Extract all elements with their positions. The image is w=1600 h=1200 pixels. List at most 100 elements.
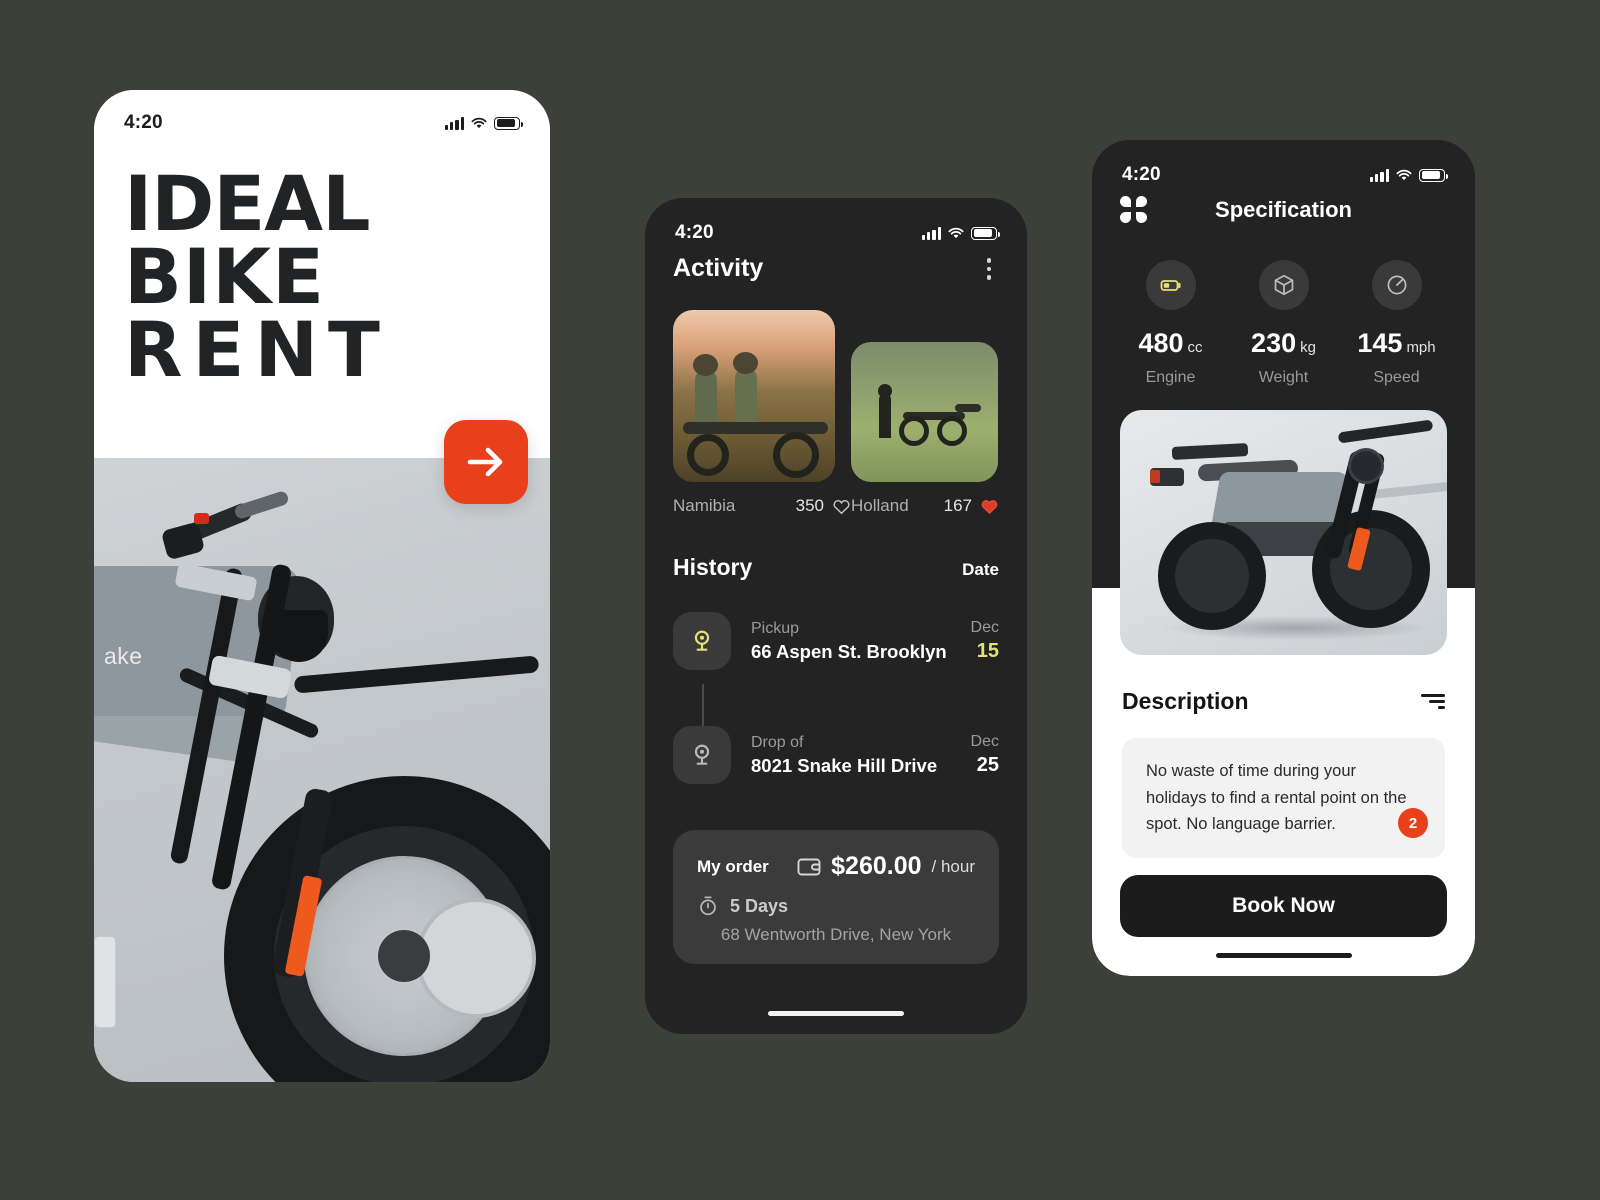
logo-line-3: RENT xyxy=(124,304,390,394)
status-bar: 4:20 xyxy=(1092,158,1475,192)
phone-screen-onboarding: 4:20 IDEAL BIKE RENT ake xyxy=(94,90,550,1082)
history-title: History xyxy=(673,554,753,580)
status-bar: 4:20 xyxy=(94,106,550,140)
gallery-captions: Namibia 350 Holland 167 xyxy=(673,496,999,516)
cellular-bars-icon xyxy=(921,226,941,240)
description-title: Description xyxy=(1122,688,1249,714)
battery-icon xyxy=(1419,168,1448,182)
gallery-location-name: Holland xyxy=(851,496,909,515)
activity-header: Activity xyxy=(673,254,999,284)
logo-line-2: BIKE xyxy=(124,231,326,321)
history-row-date: Dec 25 xyxy=(971,733,999,777)
spec-label: Engine xyxy=(1145,369,1196,386)
spec-item-engine[interactable]: 480 cc Engine xyxy=(1114,260,1227,387)
spec-unit: kg xyxy=(1300,339,1316,356)
bike-brand-text: ake xyxy=(104,643,143,669)
status-icons xyxy=(921,226,1000,240)
description-badge[interactable]: 2 xyxy=(1398,808,1428,839)
order-duration: 5 Days xyxy=(730,895,789,916)
cellular-bars-icon xyxy=(1369,168,1389,182)
order-price-group: $260.00 / hour xyxy=(797,852,975,881)
wifi-icon xyxy=(471,117,487,128)
speedometer-icon xyxy=(1387,275,1406,295)
phone-screen-activity: 4:20 Activity Namibia 350 Holland 167 Hi… xyxy=(645,198,1027,1034)
history-date-column-label: Date xyxy=(962,560,999,579)
history-row-address: 8021 Snake Hill Drive xyxy=(751,754,938,776)
description-header: Description xyxy=(1122,688,1445,715)
grid-apps-icon[interactable] xyxy=(1120,196,1148,224)
book-now-button[interactable]: Book Now xyxy=(1120,875,1447,937)
location-pin-icon xyxy=(694,744,710,765)
home-indicator[interactable] xyxy=(1215,953,1352,958)
home-indicator[interactable] xyxy=(768,1011,904,1016)
order-label: My order xyxy=(697,856,769,876)
location-pin-icon xyxy=(694,630,710,651)
spec-icon-wrap xyxy=(1145,260,1196,310)
order-period: / hour xyxy=(931,856,975,876)
description-body: No waste of time during your holidays to… xyxy=(1146,762,1407,834)
gallery-caption-item: Namibia 350 xyxy=(673,496,851,516)
canvas: 4:20 IDEAL BIKE RENT ake 4:20 Activity N… xyxy=(0,0,1600,1200)
gallery-like-count: 350 xyxy=(795,496,824,515)
spec-item-weight[interactable]: 230 kg Weight xyxy=(1227,260,1340,387)
spec-value-row: 145 mph xyxy=(1357,328,1435,359)
spec-unit: mph xyxy=(1406,339,1436,356)
wifi-icon xyxy=(948,227,964,238)
spec-icon-wrap xyxy=(1258,260,1309,310)
spec-value: 480 xyxy=(1138,328,1184,358)
history-row-address: 66 Aspen St. Brooklyn xyxy=(751,640,947,662)
spec-label: Speed xyxy=(1373,369,1420,386)
history-row-date: Dec 15 xyxy=(971,619,999,663)
history-row-type: Pickup xyxy=(751,619,800,637)
status-icons xyxy=(1369,168,1448,182)
product-image xyxy=(1120,410,1447,655)
my-order-card[interactable]: My order $260.00 / hour 5 Days 68 Wentwo… xyxy=(673,830,999,964)
history-row-text: Drop of 8021 Snake Hill Drive xyxy=(751,734,971,777)
phone-screen-specification: 4:20 Specification 480 cc Engine 230 kg … xyxy=(1092,140,1475,976)
history-row-day: 15 xyxy=(976,640,999,662)
spec-list: 480 cc Engine 230 kg Weight 145 mph Spee… xyxy=(1114,260,1453,387)
history-row-month: Dec xyxy=(970,733,999,750)
spec-value-row: 480 cc xyxy=(1138,328,1202,359)
heart-outline-icon[interactable] xyxy=(832,497,851,516)
history-row-type: Drop of xyxy=(751,733,804,751)
arrow-right-icon xyxy=(467,447,503,477)
battery-icon xyxy=(1160,280,1180,291)
order-top-row: My order $260.00 / hour xyxy=(697,852,975,881)
hero-bike-photo: ake xyxy=(94,458,550,1082)
history-row-month: Dec xyxy=(970,619,999,636)
location-pin-icon-wrap xyxy=(673,612,731,670)
status-bar: 4:20 xyxy=(645,216,1027,250)
wallet-icon xyxy=(797,858,821,875)
spec-item-speed[interactable]: 145 mph Speed xyxy=(1340,260,1453,387)
stopwatch-icon xyxy=(700,896,716,916)
logo-line-1: IDEAL xyxy=(124,159,371,248)
history-row-pickup[interactable]: Pickup 66 Aspen St. Brooklyn Dec 15 xyxy=(673,612,999,670)
spec-value: 145 xyxy=(1357,328,1403,358)
filter-lines-icon[interactable] xyxy=(1421,694,1445,709)
location-pin-icon-wrap xyxy=(673,726,731,784)
spec-unit: cc xyxy=(1187,339,1203,356)
history-row-day: 25 xyxy=(976,754,999,776)
gallery-caption-item: Holland 167 xyxy=(851,496,999,516)
next-button[interactable] xyxy=(444,420,528,504)
order-price: $260.00 xyxy=(831,852,922,880)
page-title: Activity xyxy=(673,254,764,283)
order-duration-row: 5 Days xyxy=(697,895,975,917)
gallery-card-namibia[interactable] xyxy=(673,310,835,482)
kebab-menu-icon[interactable] xyxy=(979,254,1000,284)
battery-icon xyxy=(971,226,1000,240)
status-time: 4:20 xyxy=(1122,164,1161,185)
history-row-text: Pickup 66 Aspen St. Brooklyn xyxy=(751,620,971,663)
heart-filled-icon[interactable] xyxy=(980,497,999,516)
status-icons xyxy=(444,116,523,130)
timeline-connector xyxy=(702,684,704,726)
gallery-location-name: Namibia xyxy=(673,496,736,515)
wifi-icon xyxy=(1396,169,1412,180)
gallery-card-holland[interactable] xyxy=(851,342,998,482)
app-logo: IDEAL BIKE RENT xyxy=(124,159,524,394)
battery-icon xyxy=(494,116,523,130)
history-row-dropoff[interactable]: Drop of 8021 Snake Hill Drive Dec 25 xyxy=(673,726,999,784)
spec-value-row: 230 kg xyxy=(1251,328,1316,359)
page-title: Specification xyxy=(1215,197,1352,222)
